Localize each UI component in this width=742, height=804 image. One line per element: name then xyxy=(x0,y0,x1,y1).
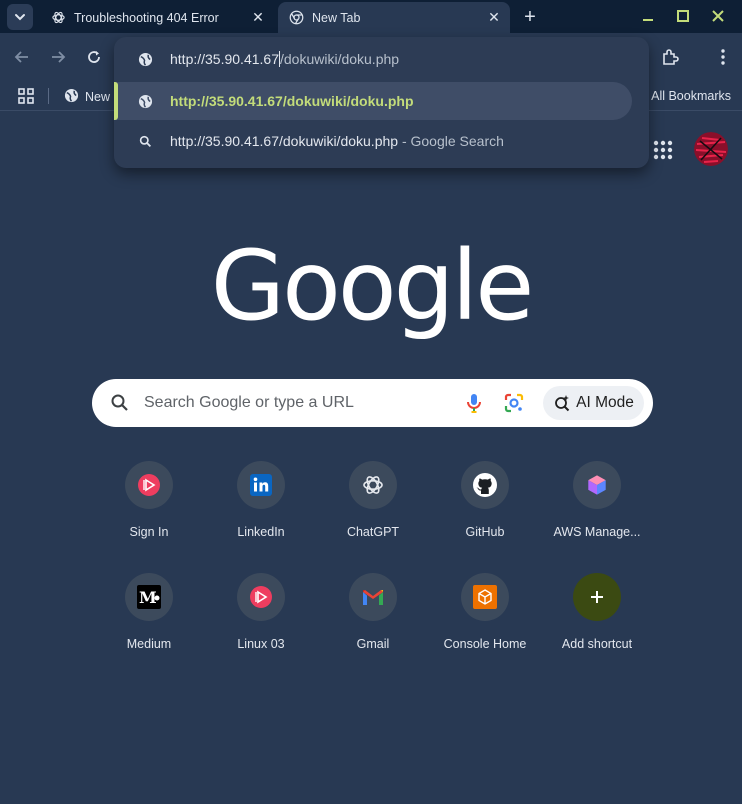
play-icon xyxy=(125,461,173,509)
window-close-icon[interactable] xyxy=(708,6,728,26)
google-apps-icon[interactable] xyxy=(651,138,675,162)
bookmark-label: New xyxy=(85,90,111,104)
search-box[interactable]: Search Google or type a URL AI Mode xyxy=(92,379,653,427)
aws-box-icon xyxy=(461,573,509,621)
menu-icon[interactable] xyxy=(711,45,735,69)
tab-troubleshooting[interactable]: Troubleshooting 404 Error ✕ xyxy=(40,2,274,33)
address-bar-input[interactable]: http://35.90.41.67/dokuwiki/doku.php xyxy=(114,40,649,78)
shortcut-github[interactable]: GitHub xyxy=(429,457,541,561)
search-icon xyxy=(135,131,155,151)
play-icon xyxy=(237,573,285,621)
tab-strip: Troubleshooting 404 Error ✕ New Tab ✕ + xyxy=(0,0,742,33)
suggestion-suffix: - Google Search xyxy=(398,133,504,149)
shortcut-label: Add shortcut xyxy=(561,637,633,651)
minimize-icon[interactable] xyxy=(638,6,658,26)
ai-mode-button[interactable]: AI Mode xyxy=(543,386,644,420)
close-tab-icon[interactable]: ✕ xyxy=(484,8,504,28)
omnibox-dropdown: http://35.90.41.67/dokuwiki/doku.php htt… xyxy=(114,37,649,168)
microphone-icon[interactable] xyxy=(462,391,486,415)
shortcut-add[interactable]: Add shortcut xyxy=(541,569,653,673)
selection-indicator xyxy=(114,82,118,120)
chrome-icon xyxy=(288,10,304,26)
maximize-icon[interactable] xyxy=(673,6,693,26)
extensions-icon[interactable] xyxy=(658,45,682,69)
chatgpt-icon xyxy=(349,461,397,509)
tab-new-tab[interactable]: New Tab ✕ xyxy=(278,2,510,33)
ai-mode-label: AI Mode xyxy=(576,394,634,411)
back-arrow-icon[interactable] xyxy=(10,45,34,69)
tab-title: New Tab xyxy=(312,10,361,25)
medium-icon: M xyxy=(125,573,173,621)
globe-icon xyxy=(135,49,155,69)
suggestion-text: http://35.90.41.67/dokuwiki/doku.php xyxy=(170,133,399,149)
shortcut-medium[interactable]: M Medium xyxy=(93,569,205,673)
shortcut-console-home[interactable]: Console Home xyxy=(429,569,541,673)
google-lens-icon[interactable] xyxy=(502,391,526,415)
shortcut-linkedin[interactable]: LinkedIn xyxy=(205,457,317,561)
github-icon xyxy=(461,461,509,509)
svg-text:M: M xyxy=(139,588,157,607)
chatgpt-icon xyxy=(50,10,66,26)
avatar[interactable] xyxy=(694,132,728,166)
globe-icon xyxy=(64,88,79,106)
ai-sparkle-search-icon xyxy=(555,395,570,412)
search-icon xyxy=(110,393,130,413)
gmail-icon xyxy=(349,573,397,621)
apps-grid-icon[interactable] xyxy=(18,88,34,109)
linkedin-icon xyxy=(237,461,285,509)
forward-arrow-icon[interactable] xyxy=(46,45,70,69)
shortcut-label: ChatGPT xyxy=(346,525,400,539)
google-logo: Google xyxy=(210,230,535,342)
shortcut-chatgpt[interactable]: ChatGPT xyxy=(317,457,429,561)
shortcut-label: Medium xyxy=(126,637,172,651)
tab-search-button[interactable] xyxy=(7,4,33,30)
url-host: http://35.90.41.67 xyxy=(170,51,279,67)
search-input[interactable]: Search Google or type a URL xyxy=(144,394,354,412)
shortcut-sign-in[interactable]: Sign In xyxy=(93,457,205,561)
aws-cube-icon xyxy=(573,461,621,509)
omnibox-suggestion-url[interactable]: http://35.90.41.67/dokuwiki/doku.php xyxy=(114,82,632,120)
omnibox-suggestion-search[interactable]: http://35.90.41.67/dokuwiki/doku.php - G… xyxy=(114,122,649,160)
shortcut-gmail[interactable]: Gmail xyxy=(317,569,429,673)
new-tab-button[interactable]: + xyxy=(518,5,542,29)
shortcut-aws-manage[interactable]: AWS Manage... xyxy=(541,457,653,561)
tab-title: Troubleshooting 404 Error xyxy=(74,10,219,25)
shortcut-label: Console Home xyxy=(443,637,527,651)
divider xyxy=(48,88,49,104)
shortcut-linux-03[interactable]: Linux 03 xyxy=(205,569,317,673)
url-path: /dokuwiki/doku.php xyxy=(279,51,400,67)
chevron-down-icon xyxy=(15,14,25,21)
shortcut-label: Linux 03 xyxy=(237,637,285,651)
globe-icon xyxy=(135,91,155,111)
suggestion-text: http://35.90.41.67/dokuwiki/doku.php xyxy=(170,93,414,109)
all-bookmarks[interactable]: All Bookmarks xyxy=(651,89,731,103)
shortcut-label: GitHub xyxy=(465,525,505,539)
shortcut-label: AWS Manage... xyxy=(553,525,641,539)
shortcut-label: LinkedIn xyxy=(237,525,285,539)
reload-icon[interactable] xyxy=(82,45,106,69)
shortcut-label: Sign In xyxy=(129,525,169,539)
close-tab-icon[interactable]: ✕ xyxy=(248,8,268,28)
plus-icon xyxy=(573,573,621,621)
shortcut-label: Gmail xyxy=(356,637,390,651)
bookmark-new[interactable]: New xyxy=(64,88,110,106)
